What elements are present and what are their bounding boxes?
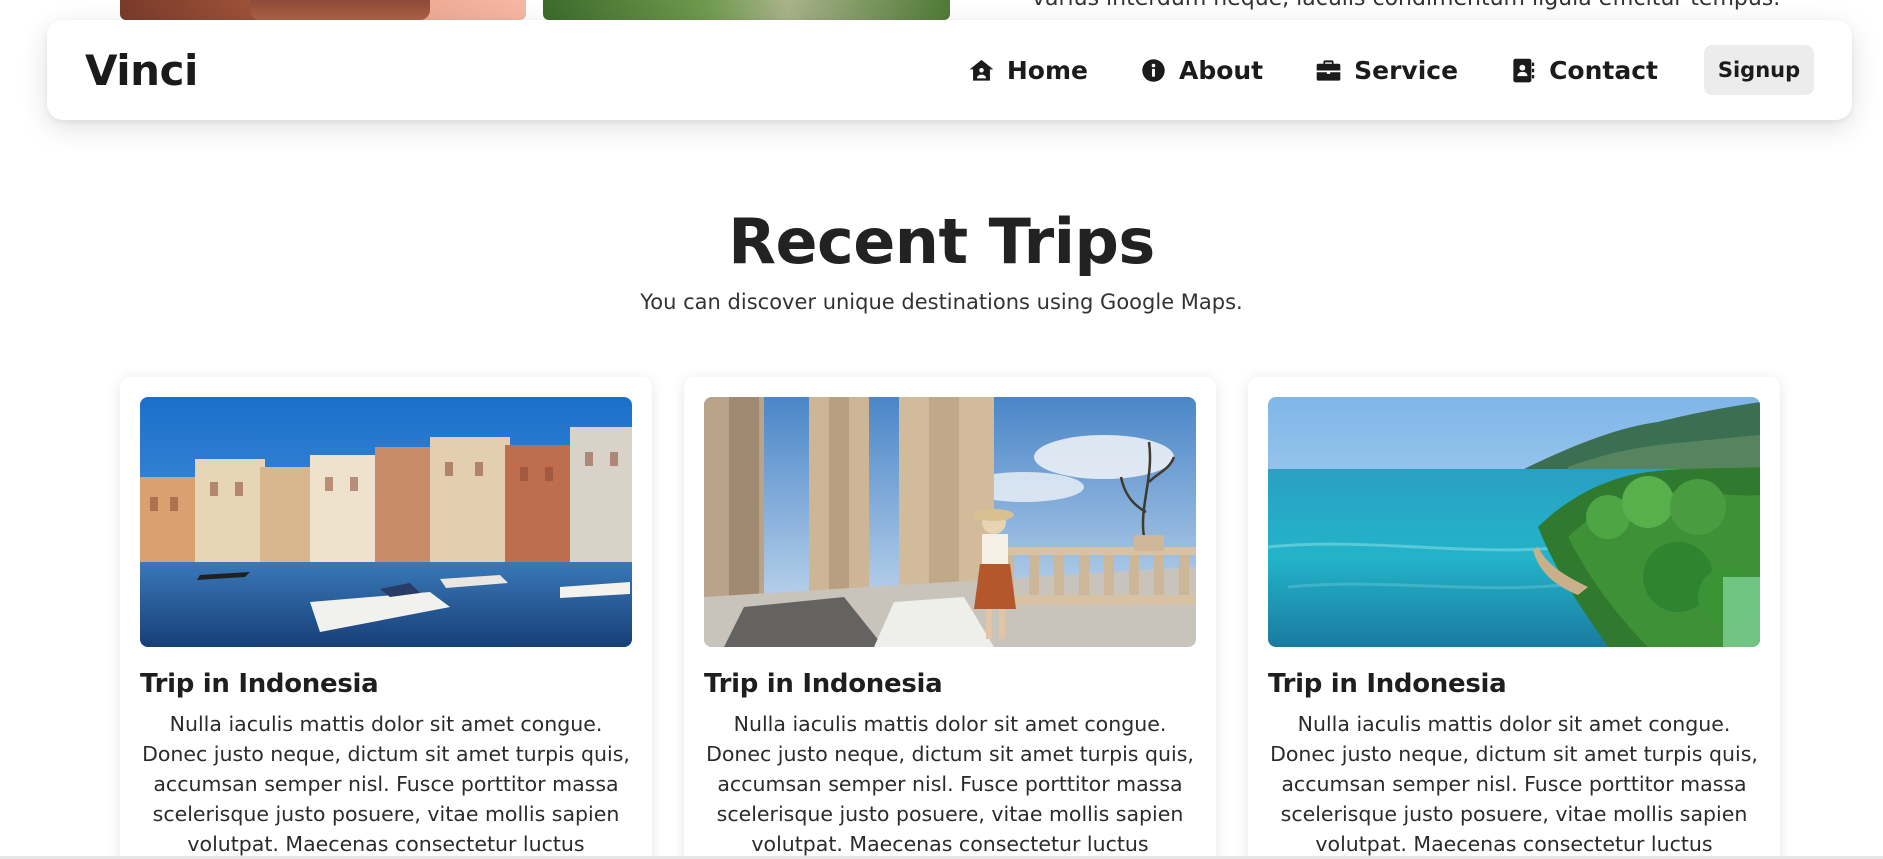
card-description: Nulla iaculis mattis dolor sit amet cong… bbox=[706, 712, 1194, 856]
card-title: Trip in Indonesia bbox=[1268, 669, 1507, 699]
brand-logo[interactable]: Vinci bbox=[85, 46, 198, 95]
card-title: Trip in Indonesia bbox=[704, 669, 943, 699]
nav-item-service[interactable]: Service bbox=[1315, 56, 1458, 85]
briefcase-icon bbox=[1315, 57, 1342, 84]
nav-item-contact[interactable]: Contact bbox=[1510, 56, 1658, 85]
trip-image-coast bbox=[1268, 397, 1760, 647]
card-description: Nulla iaculis mattis dolor sit amet cong… bbox=[142, 712, 630, 856]
card-title: Trip in Indonesia bbox=[140, 669, 379, 699]
trip-cards: Trip in Indonesia Nulla iaculis mattis d… bbox=[120, 377, 1780, 859]
trip-card[interactable]: Trip in Indonesia Nulla iaculis mattis d… bbox=[684, 377, 1216, 859]
nav-item-label: Home bbox=[1006, 55, 1088, 85]
nav-item-about[interactable]: About bbox=[1140, 56, 1263, 85]
trip-image-venice bbox=[140, 397, 632, 647]
nav-item-home[interactable]: Home bbox=[968, 56, 1088, 85]
nav-item-label: Service bbox=[1354, 55, 1459, 85]
nav-item-label: Contact bbox=[1549, 55, 1658, 85]
previous-section-image bbox=[543, 0, 950, 20]
nav-item-label: About bbox=[1178, 55, 1264, 85]
previous-section-text: varius interdum neque, iaculis condiment… bbox=[1032, 0, 1832, 11]
info-icon bbox=[1140, 57, 1167, 84]
section-title: Recent Trips bbox=[728, 205, 1155, 278]
section-subtitle: You can discover unique destinations usi… bbox=[640, 290, 1243, 314]
address-book-icon bbox=[1510, 57, 1537, 84]
card-description: Nulla iaculis mattis dolor sit amet cong… bbox=[1270, 712, 1758, 856]
page: varius interdum neque, iaculis condiment… bbox=[0, 0, 1883, 859]
signup-button[interactable]: Signup bbox=[1704, 45, 1814, 95]
navbar: Vinci Home About Service Contact Signup bbox=[47, 20, 1852, 120]
previous-section-image bbox=[120, 0, 526, 20]
trip-card[interactable]: Trip in Indonesia Nulla iaculis mattis d… bbox=[120, 377, 652, 859]
trip-image-colonnade bbox=[704, 397, 1196, 647]
nav-menu: Home About Service Contact Signup bbox=[968, 45, 1814, 95]
trip-card[interactable]: Trip in Indonesia Nulla iaculis mattis d… bbox=[1248, 377, 1780, 859]
home-icon bbox=[968, 57, 995, 84]
